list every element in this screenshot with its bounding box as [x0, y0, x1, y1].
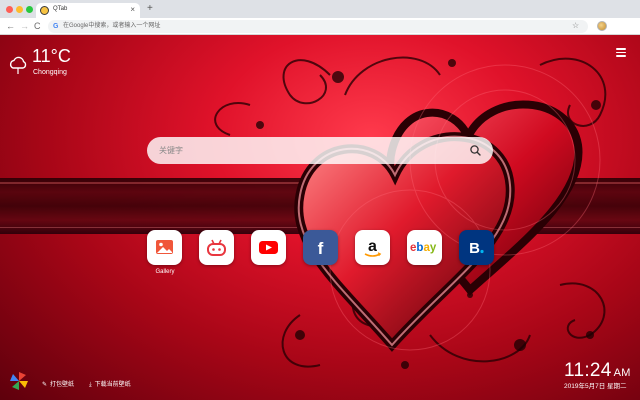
clock-ampm: AM	[613, 367, 631, 379]
address-placeholder: 在Google中搜索，或者输入一个网址	[63, 23, 161, 29]
minimize-window-button[interactable]	[16, 6, 23, 13]
download-wallpaper-link[interactable]: ⤓ 下载当前壁纸	[89, 381, 131, 390]
shortcut-gallery-label: Gallery	[155, 269, 175, 275]
gallery-icon	[156, 240, 173, 254]
shortcut-gallery[interactable]	[147, 230, 182, 265]
shortcut-facebook[interactable]: f	[303, 230, 338, 265]
search-icon[interactable]	[469, 144, 482, 157]
ebay-icon: ebay	[410, 242, 437, 254]
download-icon: ⤓	[89, 382, 92, 388]
svg-text:ebay: ebay	[410, 242, 437, 254]
date: 2019年5月7日 星期二	[564, 383, 627, 390]
qtab-favicon-icon	[40, 6, 49, 15]
menu-icon[interactable]	[616, 48, 626, 57]
pin-icon: ✎	[42, 382, 48, 388]
wallpaper-hearts-art	[214, 56, 607, 369]
shortcut-booking[interactable]: B	[459, 230, 494, 265]
bookmark-star-icon[interactable]: ☆	[572, 21, 579, 30]
extension-icon[interactable]	[597, 21, 607, 31]
cloud-icon	[9, 56, 27, 74]
maximize-window-button[interactable]	[26, 6, 33, 13]
facebook-icon: f	[318, 239, 324, 258]
new-tab-page: 11°C Chongqing Gallery	[0, 35, 640, 400]
close-window-button[interactable]	[6, 6, 13, 13]
amazon-icon: a	[364, 238, 382, 257]
pack-wallpaper-link[interactable]: ✎ 打包壁纸	[42, 381, 74, 390]
youtube-icon	[259, 241, 278, 254]
app-logo-icon[interactable]	[9, 371, 29, 391]
svg-text:f: f	[318, 239, 324, 258]
shortcut-amazon[interactable]: a	[355, 230, 390, 265]
tab-close-icon[interactable]: ×	[130, 5, 135, 15]
address-bar[interactable]: G 在Google中搜索，或者输入一个网址	[48, 20, 588, 33]
city-name: Chongqing	[33, 69, 67, 76]
booking-icon: B	[469, 240, 484, 257]
google-g-icon: G	[53, 23, 59, 30]
svg-text:a: a	[368, 238, 377, 255]
reload-button[interactable]: C	[34, 20, 41, 32]
pack-wallpaper-label: 打包壁纸	[50, 382, 75, 388]
temperature: 11°C	[32, 46, 71, 66]
svg-text:B: B	[469, 240, 480, 257]
browser-tab[interactable]: QTab ×	[36, 3, 140, 18]
browser-toolbar: ← → C G 在Google中搜索，或者输入一个网址 ☆ ⋮	[0, 18, 640, 48]
search-bar	[147, 137, 493, 164]
tab-strip: QTab × +	[0, 0, 640, 18]
clock: 11:24 AM	[564, 361, 631, 383]
back-button[interactable]: ←	[6, 20, 15, 32]
shortcut-youtube[interactable]	[251, 230, 286, 265]
download-wallpaper-label: 下载当前壁纸	[94, 382, 131, 388]
gamepad-icon	[207, 239, 226, 256]
forward-button[interactable]: →	[20, 20, 29, 32]
new-tab-button[interactable]: +	[147, 3, 153, 15]
clock-time: 11:24	[564, 360, 612, 381]
shortcut-ebay[interactable]: ebay	[407, 230, 442, 265]
shortcut-game[interactable]	[199, 230, 234, 265]
tab-title: QTab	[53, 6, 68, 12]
search-input[interactable]	[159, 143, 459, 158]
